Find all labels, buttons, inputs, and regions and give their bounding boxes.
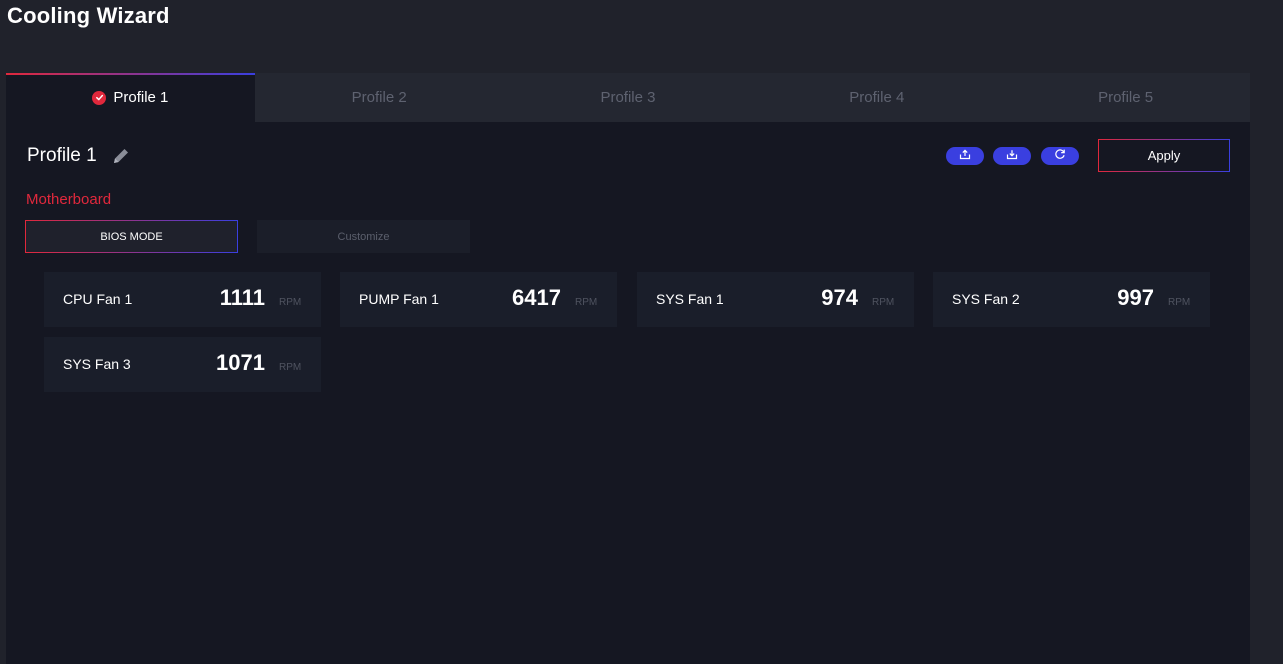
- fan-rpm-unit: RPM: [1168, 297, 1191, 308]
- tab-label: Profile 4: [849, 89, 905, 106]
- tab-label: Profile 3: [600, 89, 656, 106]
- export-button[interactable]: [946, 147, 984, 165]
- customize-button[interactable]: Customize: [257, 220, 470, 253]
- fan-rpm-unit: RPM: [279, 362, 302, 373]
- import-icon: [1006, 147, 1018, 165]
- cooling-panel: Profile 1 Profile 2 Profile 3 Profile 4 …: [6, 73, 1250, 664]
- fan-rpm-value: 974: [821, 285, 858, 310]
- tab-profile-4[interactable]: Profile 4: [752, 73, 1001, 122]
- fan-name: SYS Fan 1: [656, 291, 724, 307]
- tab-label: Profile 1: [113, 89, 169, 106]
- fan-card-cpu-fan-1: CPU Fan 1 1111 RPM: [44, 272, 321, 327]
- fan-rpm-value: 997: [1117, 285, 1154, 310]
- app-title: Cooling Wizard: [7, 3, 170, 28]
- tab-profile-5[interactable]: Profile 5: [1001, 73, 1250, 122]
- profile-name: Profile 1: [27, 145, 97, 166]
- fan-rpm-unit: RPM: [279, 297, 302, 308]
- fan-rpm-unit: RPM: [872, 297, 895, 308]
- reset-button[interactable]: [1041, 147, 1079, 165]
- check-icon: [92, 90, 107, 105]
- fan-rpm-unit: RPM: [575, 297, 598, 308]
- import-button[interactable]: [993, 147, 1031, 165]
- tab-profile-3[interactable]: Profile 3: [504, 73, 753, 122]
- edit-icon[interactable]: [110, 145, 132, 167]
- bios-mode-button[interactable]: BIOS MODE: [25, 220, 238, 253]
- fan-name: SYS Fan 3: [63, 356, 131, 372]
- fan-rpm-value: 6417: [512, 285, 561, 310]
- section-label: Motherboard: [26, 191, 112, 208]
- fan-name: SYS Fan 2: [952, 291, 1020, 307]
- fan-name: PUMP Fan 1: [359, 291, 439, 307]
- apply-button[interactable]: Apply: [1098, 139, 1230, 172]
- export-icon: [959, 147, 971, 165]
- fan-name: CPU Fan 1: [63, 291, 133, 307]
- fan-card-pump-fan-1: PUMP Fan 1 6417 RPM: [340, 272, 617, 327]
- fan-card-sys-fan-2: SYS Fan 2 997 RPM: [933, 272, 1210, 327]
- tab-profile-2[interactable]: Profile 2: [255, 73, 504, 122]
- fan-rpm-value: 1111: [219, 285, 265, 310]
- reset-icon: [1054, 147, 1066, 165]
- tab-label: Profile 2: [351, 89, 407, 106]
- fan-card-sys-fan-1: SYS Fan 1 974 RPM: [637, 272, 914, 327]
- tab-label: Profile 5: [1098, 89, 1154, 106]
- fan-rpm-value: 1071: [216, 350, 265, 375]
- profile-tabs: Profile 1 Profile 2 Profile 3 Profile 4 …: [6, 73, 1250, 122]
- tab-profile-1[interactable]: Profile 1: [6, 73, 255, 122]
- fan-card-sys-fan-3: SYS Fan 3 1071 RPM: [44, 337, 321, 392]
